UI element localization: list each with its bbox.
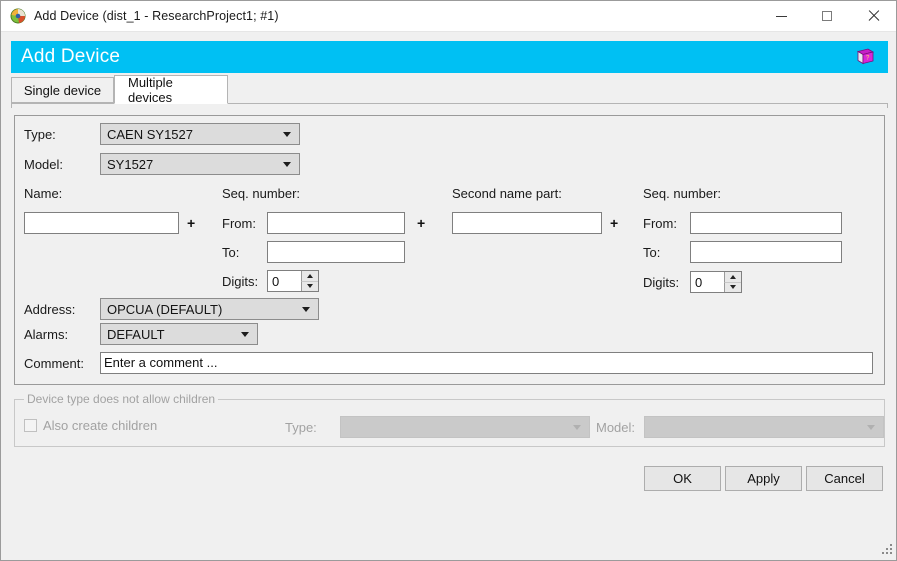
seq1-from-label: From: (222, 216, 256, 231)
checkbox-box-icon (24, 419, 37, 432)
seq1-digits-label: Digits: (222, 274, 259, 289)
seq2-digits-decrement-button[interactable] (724, 282, 741, 292)
seq1-digits-spinner[interactable]: 0 (267, 270, 319, 292)
seq1-to-label: To: (222, 245, 240, 260)
chevron-down-icon (573, 424, 581, 430)
seq2-digits-spinner[interactable]: 0 (690, 271, 742, 293)
plus-separator-1: + (187, 215, 196, 231)
comment-input[interactable]: Enter a comment ... (100, 352, 873, 374)
children-group-title: Device type does not allow children (24, 392, 219, 406)
ok-button-label: OK (673, 471, 692, 486)
alarms-combobox-value: DEFAULT (107, 326, 165, 342)
apply-button[interactable]: Apply (725, 466, 802, 491)
model-combobox[interactable]: SY1527 (100, 153, 300, 175)
type-combobox[interactable]: CAEN SY1527 (100, 123, 300, 145)
plus-separator-2: + (417, 215, 426, 231)
device-form-panel: Type: CAEN SY1527 Model: SY1527 Name: Se… (14, 115, 885, 385)
tab-strip: Single device Multiple devices (11, 74, 888, 105)
close-button[interactable] (850, 1, 896, 32)
second-name-part-label: Second name part: (452, 186, 562, 201)
address-combobox-value: OPCUA (DEFAULT) (107, 301, 223, 317)
ok-button[interactable]: OK (644, 466, 721, 491)
tab-single-device[interactable]: Single device (11, 77, 114, 103)
alarms-combobox[interactable]: DEFAULT (100, 323, 258, 345)
children-group-box: Device type does not allow children Also… (14, 392, 885, 447)
seq1-to-input[interactable] (267, 241, 405, 263)
seq1-digits-decrement-button[interactable] (301, 281, 318, 291)
plus-separator-3: + (610, 215, 619, 231)
name-label: Name: (24, 186, 63, 201)
title-bar: Add Device (dist_1 - ResearchProject1; #… (1, 1, 896, 32)
address-label: Address: (24, 302, 76, 317)
winccoa-globe-icon (10, 8, 26, 24)
child-type-combobox (340, 416, 590, 438)
child-model-label: Model: (596, 420, 636, 435)
also-create-children-checkbox[interactable]: Also create children (24, 418, 157, 433)
minimize-button[interactable] (758, 1, 804, 32)
also-create-children-label: Also create children (43, 418, 158, 433)
alarms-label: Alarms: (24, 327, 69, 342)
dialog-header-banner: Add Device ? (11, 41, 888, 73)
seq1-digits-increment-button[interactable] (301, 271, 318, 282)
chevron-down-icon (283, 131, 291, 137)
comment-input-value: Enter a comment ... (104, 355, 218, 370)
type-label: Type: (24, 127, 56, 142)
chevron-down-icon (283, 161, 291, 167)
seq1-digits-spin-buttons (301, 271, 318, 291)
window-title: Add Device (dist_1 - ResearchProject1; #… (34, 9, 279, 23)
model-combobox-value: SY1527 (107, 156, 154, 172)
comment-label: Comment: (24, 356, 84, 371)
seq-number-1-label: Seq. number: (222, 186, 301, 201)
seq2-digits-value: 0 (695, 274, 703, 290)
seq2-digits-spin-buttons (724, 272, 741, 292)
name-input[interactable] (24, 212, 179, 234)
maximize-button[interactable] (804, 1, 850, 32)
seq1-from-input[interactable] (267, 212, 405, 234)
seq1-digits-value: 0 (272, 273, 280, 289)
chevron-down-icon (302, 306, 310, 312)
window-controls (758, 1, 896, 32)
address-combobox[interactable]: OPCUA (DEFAULT) (100, 298, 319, 320)
chevron-down-icon (867, 424, 875, 430)
seq2-from-label: From: (643, 216, 677, 231)
resize-grip[interactable] (880, 544, 893, 557)
model-label: Model: (24, 157, 64, 172)
tab-single-device-label: Single device (23, 82, 102, 98)
add-device-dialog: Add Device (dist_1 - ResearchProject1; #… (0, 0, 897, 561)
type-combobox-value: CAEN SY1527 (107, 126, 193, 142)
chevron-down-icon (241, 331, 249, 337)
second-name-part-input[interactable] (452, 212, 602, 234)
seq2-to-input[interactable] (690, 241, 842, 263)
help-book-icon[interactable]: ? (855, 48, 875, 66)
child-model-combobox (644, 416, 884, 438)
tab-multiple-devices-label: Multiple devices (128, 74, 173, 105)
seq-number-2-label: Seq. number: (643, 186, 722, 201)
child-type-label: Type: (285, 420, 317, 435)
seq2-from-input[interactable] (690, 212, 842, 234)
seq2-digits-increment-button[interactable] (724, 272, 741, 283)
cancel-button[interactable]: Cancel (806, 466, 883, 491)
seq2-digits-label: Digits: (643, 275, 680, 290)
seq2-to-label: To: (643, 245, 661, 260)
apply-button-label: Apply (747, 471, 780, 486)
tab-multiple-devices[interactable]: Multiple devices (114, 74, 228, 105)
page-title: Add Device (21, 46, 121, 67)
cancel-button-label: Cancel (824, 471, 865, 486)
